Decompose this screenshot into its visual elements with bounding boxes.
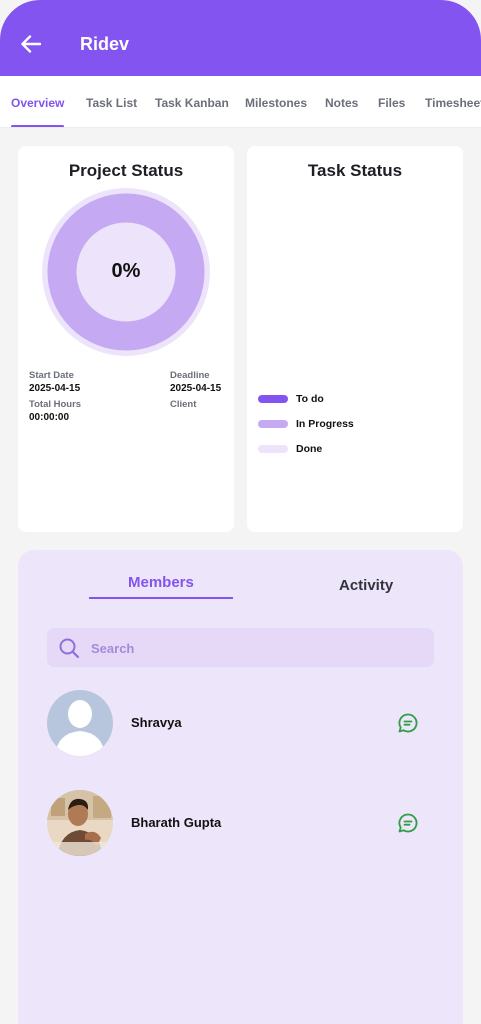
total-hours-value: 00:00:00 [29, 412, 70, 423]
member-row[interactable]: Shravya [18, 690, 463, 760]
legend-item-in-progress: In Progress [258, 418, 354, 430]
chat-icon[interactable] [397, 712, 419, 734]
legend-swatch-done [258, 445, 288, 453]
tab-activity[interactable]: Activity [339, 577, 393, 594]
legend-item-todo: To do [258, 393, 324, 405]
member-row[interactable]: Bharath Gupta [18, 790, 463, 860]
project-status-card: Project Status 0% Start Date 2025-04-15 … [18, 146, 234, 532]
search-input[interactable]: Search [47, 628, 434, 667]
start-date-label: Start Date [29, 370, 74, 381]
search-placeholder: Search [91, 641, 135, 656]
member-name: Shravya [131, 715, 182, 730]
chat-icon[interactable] [397, 812, 419, 834]
tab-timesheet[interactable]: Timesheet [425, 96, 481, 110]
page-title: Ridev [80, 34, 130, 54]
default-avatar-icon [47, 690, 113, 756]
tab-milestones[interactable]: Milestones [245, 96, 307, 110]
deadline-label: Deadline [170, 370, 210, 381]
member-name: Bharath Gupta [131, 815, 222, 830]
active-tab-indicator [11, 125, 64, 127]
tab-notes[interactable]: Notes [325, 96, 358, 110]
project-status-title: Project Status [68, 161, 184, 180]
app-screen: Ridev Overview Task List Task Kanban Mil… [0, 0, 481, 1024]
back-button[interactable] [18, 31, 44, 57]
project-progress-percent: 0% [111, 260, 141, 282]
photo-avatar [47, 790, 113, 856]
legend-label: In Progress [296, 418, 354, 430]
tab-members[interactable]: Members [128, 574, 194, 591]
tab-files[interactable]: Files [378, 96, 405, 110]
tab-task-list[interactable]: Task List [86, 96, 137, 110]
tab-overview[interactable]: Overview [11, 96, 64, 110]
app-bar: Ridev [0, 0, 481, 76]
tab-task-kanban[interactable]: Task Kanban [155, 96, 229, 110]
legend-label: Done [296, 443, 323, 455]
legend-label: To do [296, 393, 324, 405]
deadline-value: 2025-04-15 [170, 383, 222, 394]
tab-bar: Overview Task List Task Kanban Milestone… [0, 76, 481, 128]
task-status-title: Task Status [307, 161, 403, 180]
task-status-card: Task Status To do In Progress Done [247, 146, 463, 532]
total-hours-label: Total Hours [29, 399, 82, 410]
legend-item-done: Done [258, 443, 322, 455]
arrow-left-icon [21, 35, 41, 53]
legend-swatch-todo [258, 395, 288, 403]
members-tab-indicator [89, 597, 233, 599]
legend-swatch-in-progress [258, 420, 288, 428]
search-icon [59, 638, 80, 659]
members-panel: Members Activity Search Shravya Bharath … [18, 550, 463, 1024]
start-date-value: 2025-04-15 [29, 383, 81, 394]
client-label: Client [170, 399, 197, 410]
